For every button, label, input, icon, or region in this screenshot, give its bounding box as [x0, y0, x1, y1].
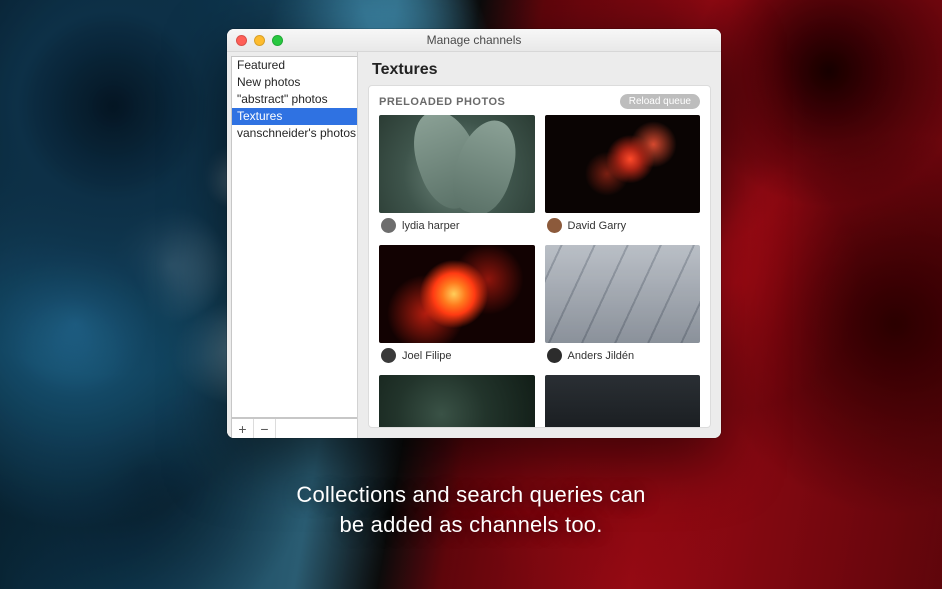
channel-list[interactable]: FeaturedNew photos"abstract" photosTextu…	[231, 56, 357, 418]
promo-caption: Collections and search queries can be ad…	[0, 480, 942, 540]
photo-meta: Anders Jildén	[545, 343, 701, 365]
avatar	[547, 218, 562, 233]
avatar	[547, 348, 562, 363]
sidebar-item[interactable]: vanschneider's photos	[232, 125, 357, 142]
photo-thumbnail[interactable]	[545, 245, 701, 343]
photo-thumbnail[interactable]	[545, 375, 701, 428]
avatar	[381, 218, 396, 233]
avatar	[381, 348, 396, 363]
photo-card[interactable]: Joel Filipe	[379, 245, 535, 365]
add-channel-button[interactable]: +	[232, 419, 254, 438]
page-title: Textures	[372, 61, 707, 79]
sidebar-footer: + −	[231, 418, 357, 438]
photo-author: lydia harper	[402, 220, 459, 232]
preloaded-section: PRELOADED PHOTOS Reload queue lydia harp…	[368, 85, 711, 428]
photo-author: Joel Filipe	[402, 350, 452, 362]
sidebar: FeaturedNew photos"abstract" photosTextu…	[227, 52, 358, 438]
manage-channels-window: Manage channels FeaturedNew photos"abstr…	[227, 29, 721, 438]
titlebar: Manage channels	[227, 29, 721, 52]
main-header: Textures	[358, 52, 721, 85]
photo-meta: David Garry	[545, 213, 701, 235]
sidebar-item[interactable]: Featured	[232, 57, 357, 74]
photo-card[interactable]: lydia harper	[379, 115, 535, 235]
sidebar-item[interactable]: New photos	[232, 74, 357, 91]
caption-line: be added as channels too.	[0, 510, 942, 540]
photo-meta: lydia harper	[379, 213, 535, 235]
reload-queue-button[interactable]: Reload queue	[620, 94, 700, 109]
window-title: Manage channels	[227, 33, 721, 47]
section-header: PRELOADED PHOTOS Reload queue	[369, 86, 710, 115]
photo-card[interactable]	[545, 375, 701, 428]
photo-meta: Joel Filipe	[379, 343, 535, 365]
photo-thumbnail[interactable]	[379, 115, 535, 213]
photo-thumbnail[interactable]	[379, 245, 535, 343]
main-panel: Textures PRELOADED PHOTOS Reload queue l…	[358, 52, 721, 438]
photo-grid: lydia harper David Garry Joel Filipe Anders…	[369, 115, 710, 428]
sidebar-item[interactable]: "abstract" photos	[232, 91, 357, 108]
window-body: FeaturedNew photos"abstract" photosTextu…	[227, 52, 721, 438]
section-title: PRELOADED PHOTOS	[379, 96, 505, 108]
photo-author: Anders Jildén	[568, 350, 635, 362]
photo-thumbnail[interactable]	[379, 375, 535, 428]
caption-line: Collections and search queries can	[0, 480, 942, 510]
photo-card[interactable]: Anders Jildén	[545, 245, 701, 365]
photo-author: David Garry	[568, 220, 627, 232]
remove-channel-button[interactable]: −	[254, 419, 276, 438]
photo-card[interactable]	[379, 375, 535, 428]
photo-thumbnail[interactable]	[545, 115, 701, 213]
photo-card[interactable]: David Garry	[545, 115, 701, 235]
sidebar-item[interactable]: Textures	[232, 108, 357, 125]
